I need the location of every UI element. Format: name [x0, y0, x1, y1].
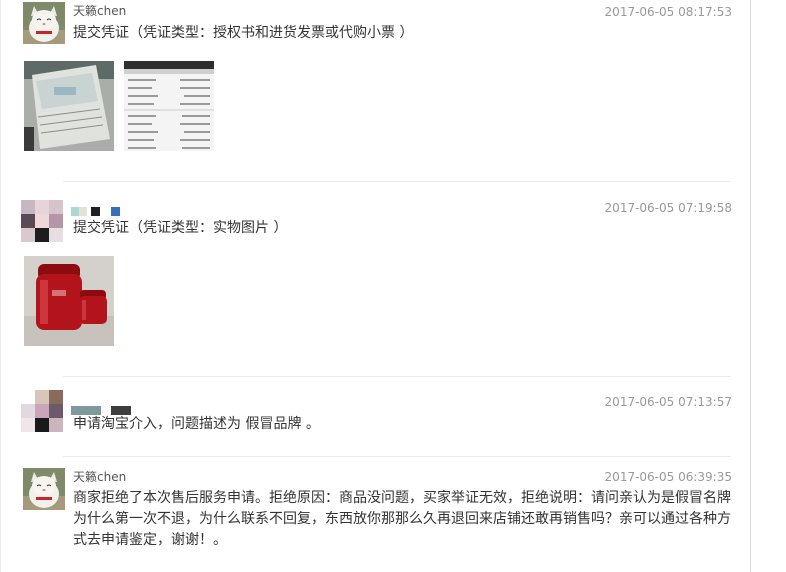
- redacted-username: [71, 201, 125, 216]
- history-entry: 天籁chen 2017-06-05 06:39:35 商家拒绝了本次售后服务申请…: [1, 457, 752, 572]
- receipt-photo[interactable]: [24, 61, 114, 151]
- entry-timestamp: 2017-06-05 06:39:35: [604, 470, 732, 484]
- screenshot-photo[interactable]: [124, 61, 214, 151]
- entry-timestamp: 2017-06-05 08:17:53: [604, 5, 732, 19]
- entry-timestamp: 2017-06-05 07:13:57: [604, 395, 732, 409]
- redacted-username: [71, 400, 133, 415]
- entry-username: 天籁chen: [73, 4, 127, 18]
- blurred-avatar: [21, 200, 63, 242]
- history-entry: 2017-06-05 07:19:58 提交凭证（凭证类型：实物图片 ）: [1, 182, 752, 377]
- cat-avatar: [23, 2, 65, 44]
- entry-message: 提交凭证（凭证类型：实物图片 ）: [73, 220, 288, 236]
- entry-message: 商家拒绝了本次售后服务申请。拒绝原因：商品没问题，买家举证无效，拒绝说明：请问亲…: [73, 490, 731, 548]
- history-entry: 天籁chen 2017-06-05 08:17:53 提交凭证（凭证类型：授权书…: [1, 0, 752, 182]
- entry-message: 申请淘宝介入，问题描述为 假冒品牌 。: [73, 416, 320, 432]
- entry-username: 天籁chen: [73, 470, 127, 484]
- entry-timestamp: 2017-06-05 07:19:58: [604, 201, 732, 215]
- entry-message: 提交凭证（凭证类型：授权书和进货发票或代购小票 ）: [73, 25, 414, 41]
- history-entry: 2017-06-05 07:13:57 申请淘宝介入，问题描述为 假冒品牌 。: [1, 377, 752, 457]
- cat-avatar: [23, 468, 65, 510]
- product-jar-photo[interactable]: [24, 256, 114, 346]
- negotiation-history-panel: 天籁chen 2017-06-05 08:17:53 提交凭证（凭证类型：授权书…: [0, 0, 751, 572]
- blurred-avatar: [21, 390, 63, 432]
